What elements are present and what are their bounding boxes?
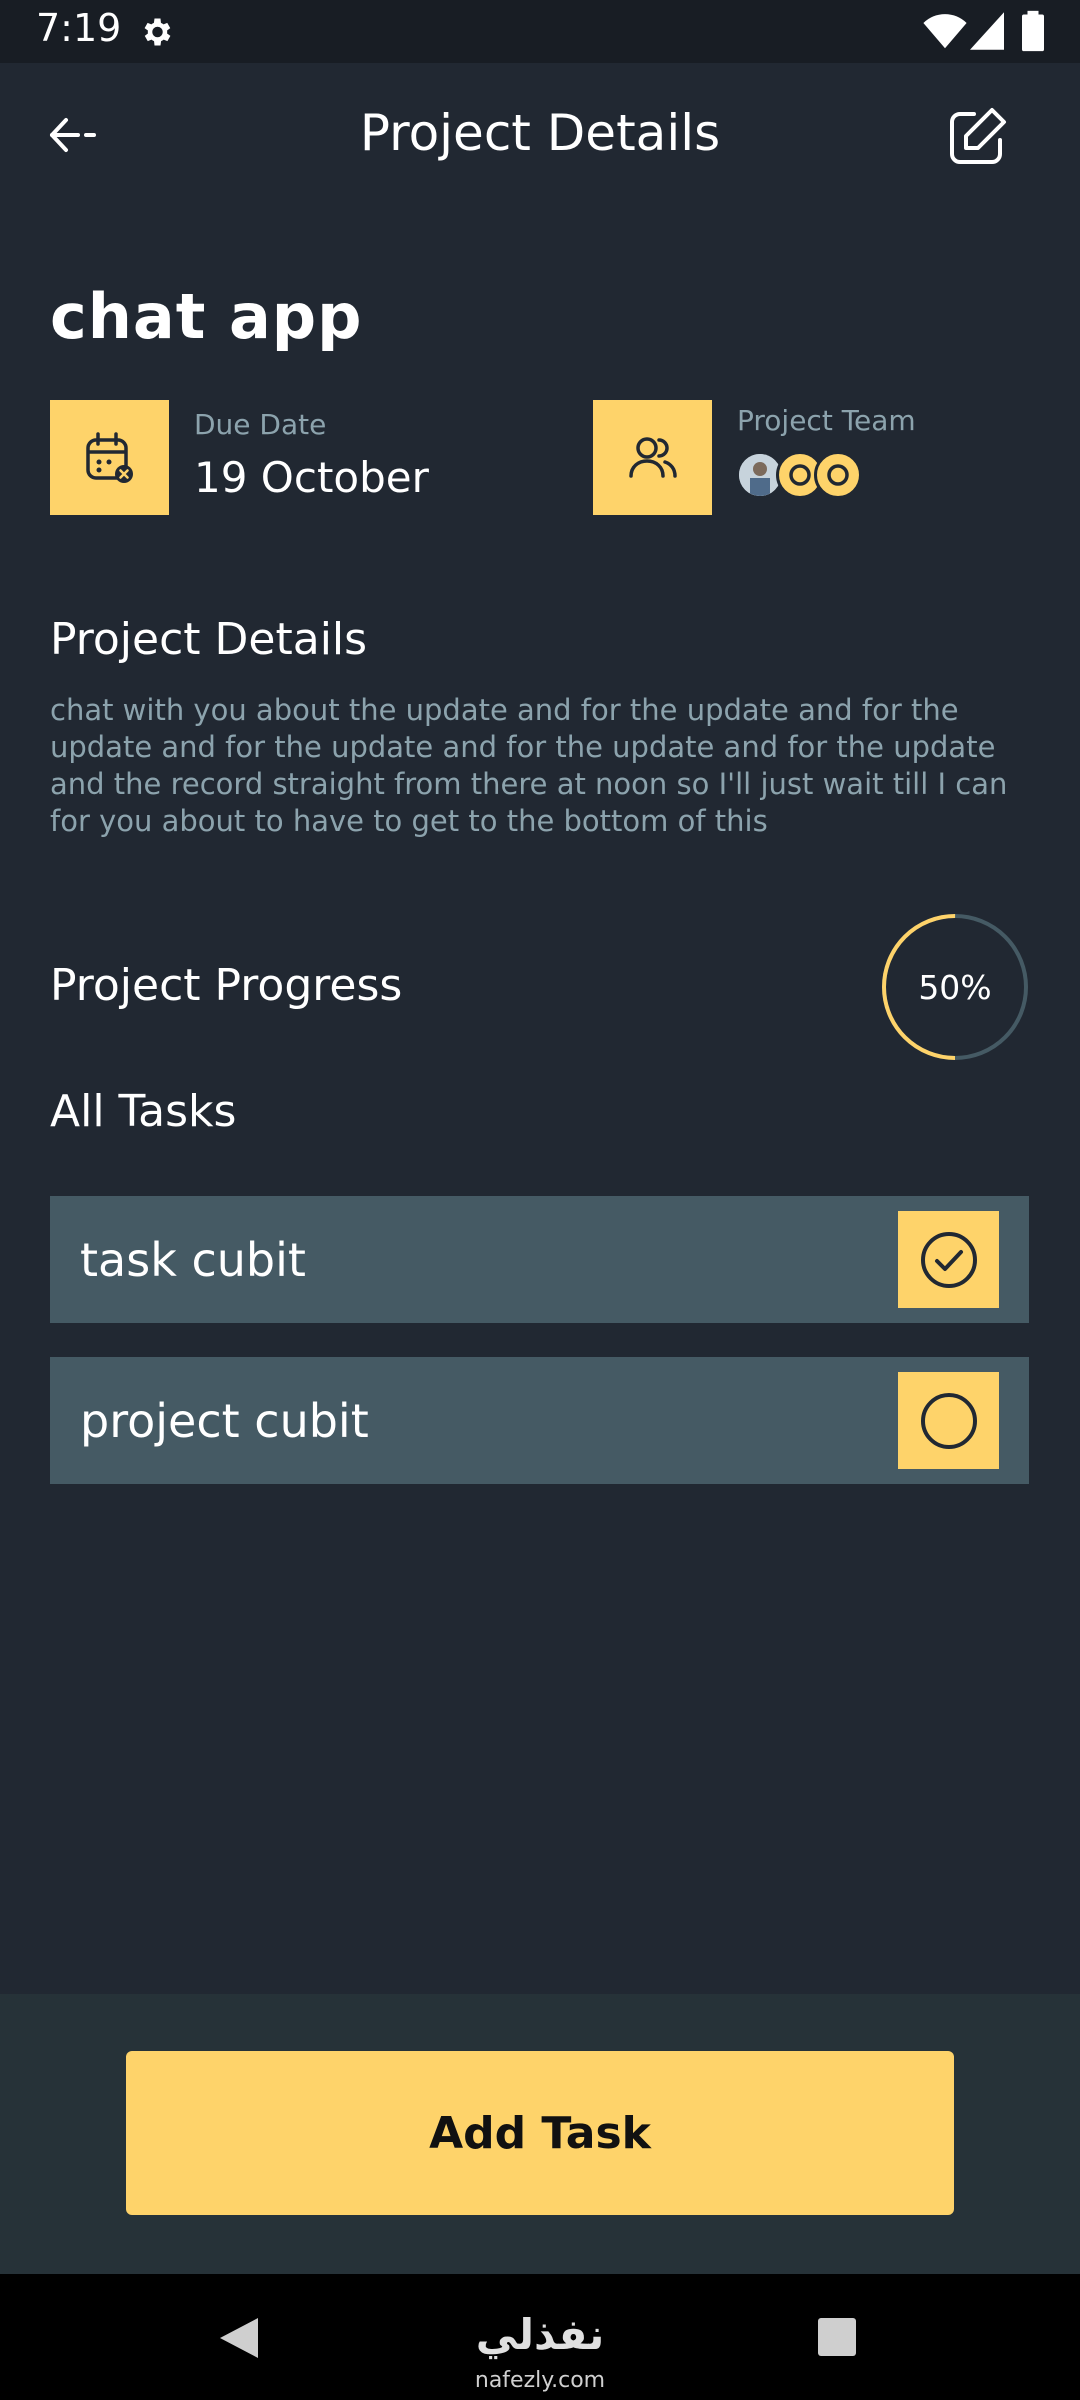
due-date-label: Due Date	[194, 408, 327, 441]
team-icon	[628, 436, 677, 478]
task-label: project cubit	[80, 1393, 369, 1448]
empty-circle-icon	[920, 1392, 977, 1449]
project-team-label: Project Team	[737, 404, 916, 437]
add-task-button[interactable]: Add Task	[126, 2051, 954, 2215]
project-team-icon-box	[593, 400, 712, 515]
task-toggle[interactable]	[898, 1211, 999, 1308]
task-toggle[interactable]	[898, 1372, 999, 1469]
gear-icon	[144, 18, 171, 46]
status-time: 7:19	[36, 6, 122, 50]
team-member-avatar[interactable]	[814, 451, 862, 499]
task-row[interactable]: project cubit	[50, 1357, 1029, 1484]
calendar-icon	[85, 431, 133, 483]
task-row[interactable]: task cubit	[50, 1196, 1029, 1323]
project-details-heading: Project Details	[50, 614, 368, 665]
nav-back-icon[interactable]	[218, 2316, 260, 2360]
page-title: Project Details	[359, 104, 721, 162]
edit-icon[interactable]	[944, 104, 1010, 170]
nav-recent-apps-icon[interactable]	[818, 2318, 856, 2356]
due-date-value: 19 October	[194, 453, 429, 502]
project-progress-heading: Project Progress	[50, 960, 403, 1011]
signal-icon	[970, 12, 1004, 50]
watermark-logo: نفذلي	[475, 2310, 605, 2359]
watermark-text: nafezly.com	[474, 2368, 606, 2393]
battery-icon	[1022, 10, 1044, 52]
wifi-icon	[923, 14, 967, 49]
check-circle-icon	[920, 1231, 977, 1288]
person-photo-icon	[739, 454, 781, 496]
all-tasks-heading: All Tasks	[50, 1086, 237, 1137]
avatar-ring-icon	[789, 464, 811, 486]
project-details-text: chat with you about the update and for t…	[50, 693, 1008, 838]
task-label: task cubit	[80, 1232, 306, 1287]
progress-percent: 50%	[918, 967, 992, 1007]
avatar-ring-icon	[827, 464, 849, 486]
due-date-icon-box	[50, 400, 169, 515]
project-name: chat app	[50, 280, 363, 353]
